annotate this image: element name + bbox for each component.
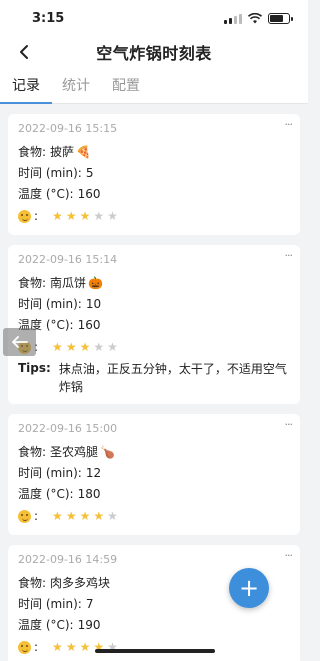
star-filled-icon: ★	[65, 509, 77, 523]
food-value: 南瓜饼	[50, 276, 87, 290]
time-value: 7	[85, 597, 94, 611]
food-label: 食物:	[18, 576, 47, 590]
star-filled-icon: ★	[93, 509, 105, 523]
rating-row: : ★ ★ ★ ★ ★	[18, 205, 290, 227]
tips-value: 抹点油，正反五分钟，太干了，不适用空气炸锅	[58, 362, 287, 394]
rating-row: : ★ ★ ★ ★ ★	[18, 636, 290, 658]
tab-records[interactable]: 记录	[0, 75, 52, 104]
record-date: 2022-09-16 15:00	[18, 422, 118, 435]
wifi-icon	[248, 12, 262, 23]
rating-row: : ★ ★ ★ ★ ★	[18, 336, 290, 358]
star-filled-icon: ★	[79, 509, 91, 523]
star-empty-icon: ★	[107, 340, 118, 354]
more-icon[interactable]: ···	[285, 249, 293, 262]
time-label: 时间 (min):	[18, 297, 82, 311]
temp-value: 180	[77, 487, 101, 501]
temp-label: 温度 (°C):	[18, 618, 74, 632]
star-filled-icon: ★	[52, 509, 63, 523]
temp-value: 160	[77, 187, 101, 201]
rating-stars: ★ ★ ★ ★ ★	[52, 509, 118, 523]
record-date: 2022-09-16 15:14	[18, 253, 118, 266]
star-filled-icon: ★	[65, 640, 77, 654]
star-filled-icon: ★	[79, 640, 91, 654]
more-icon[interactable]: ···	[285, 418, 293, 431]
rating-label: :	[34, 640, 39, 654]
more-icon[interactable]: ···	[285, 549, 293, 562]
home-indicator	[95, 649, 215, 653]
rating-row: : ★ ★ ★ ★ ★	[18, 505, 290, 527]
tab-config[interactable]: 配置	[106, 75, 146, 103]
status-time: 3:15	[32, 10, 65, 26]
smiley-icon	[18, 509, 31, 523]
record-card[interactable]: 2022-09-16 15:15 ··· 食物: 披萨 🍕 时间 (min): 5 温…	[8, 114, 300, 235]
time-label: 时间 (min):	[18, 166, 82, 180]
chevron-left-icon	[20, 45, 28, 59]
star-filled-icon: ★	[65, 209, 77, 223]
record-date: 2022-09-16 14:59	[18, 553, 118, 566]
arrow-left-icon	[11, 336, 28, 348]
temp-label: 温度 (°C):	[18, 187, 74, 201]
star-filled-icon: ★	[52, 209, 63, 223]
food-value: 肉多多鸡块	[50, 576, 111, 590]
star-filled-icon: ★	[79, 209, 91, 223]
signal-icon	[224, 13, 242, 24]
star-filled-icon: ★	[79, 340, 91, 354]
more-icon[interactable]: ···	[285, 118, 293, 131]
tips-label: Tips:	[18, 361, 51, 375]
tab-stats[interactable]: 统计	[56, 75, 96, 103]
star-filled-icon: ★	[65, 340, 77, 354]
star-filled-icon: ★	[52, 340, 63, 354]
time-label: 时间 (min):	[18, 466, 82, 480]
food-label: 食物:	[18, 276, 47, 290]
smiley-icon	[18, 640, 31, 654]
page-title: 空气炸锅时刻表	[96, 44, 212, 63]
record-card[interactable]: 2022-09-16 15:14 ··· 食物: 南瓜饼 🎃 时间 (min): 10…	[8, 245, 300, 404]
temp-value: 160	[77, 318, 101, 332]
food-label: 食物:	[18, 145, 47, 159]
food-value: 圣农鸡腿	[50, 445, 99, 459]
time-value: 5	[85, 166, 94, 180]
swipe-back-indicator[interactable]	[3, 328, 36, 356]
smiley-icon	[18, 209, 31, 223]
pumpkin-icon: 🎃	[88, 276, 104, 290]
temp-label: 温度 (°C):	[18, 487, 74, 501]
drumstick-icon: 🍗	[100, 445, 116, 459]
nav-bar: 空气炸锅时刻表	[0, 36, 308, 68]
battery-icon	[268, 12, 293, 24]
status-icons	[224, 12, 293, 24]
time-label: 时间 (min):	[18, 597, 82, 611]
food-value: 披萨	[50, 145, 75, 159]
temp-value: 190	[77, 618, 101, 632]
back-button[interactable]	[12, 40, 36, 64]
rating-stars: ★ ★ ★ ★ ★	[52, 209, 118, 223]
rating-label: :	[34, 209, 39, 223]
status-bar: 3:15	[0, 0, 308, 36]
time-value: 12	[85, 466, 102, 480]
record-date: 2022-09-16 15:15	[18, 122, 118, 135]
star-empty-icon: ★	[107, 509, 118, 523]
record-card[interactable]: 2022-09-16 15:00 ··· 食物: 圣农鸡腿 🍗 时间 (min): 1…	[8, 414, 300, 535]
time-value: 10	[85, 297, 102, 311]
star-empty-icon: ★	[93, 209, 105, 223]
add-record-button[interactable]: +	[229, 568, 269, 608]
star-filled-icon: ★	[52, 640, 63, 654]
rating-stars: ★ ★ ★ ★ ★	[52, 340, 118, 354]
star-empty-icon: ★	[107, 209, 118, 223]
star-empty-icon: ★	[93, 340, 105, 354]
food-label: 食物:	[18, 445, 47, 459]
rating-label: :	[34, 509, 39, 523]
pizza-icon: 🍕	[76, 145, 92, 159]
tab-bar: 记录 统计 配置	[0, 68, 308, 104]
